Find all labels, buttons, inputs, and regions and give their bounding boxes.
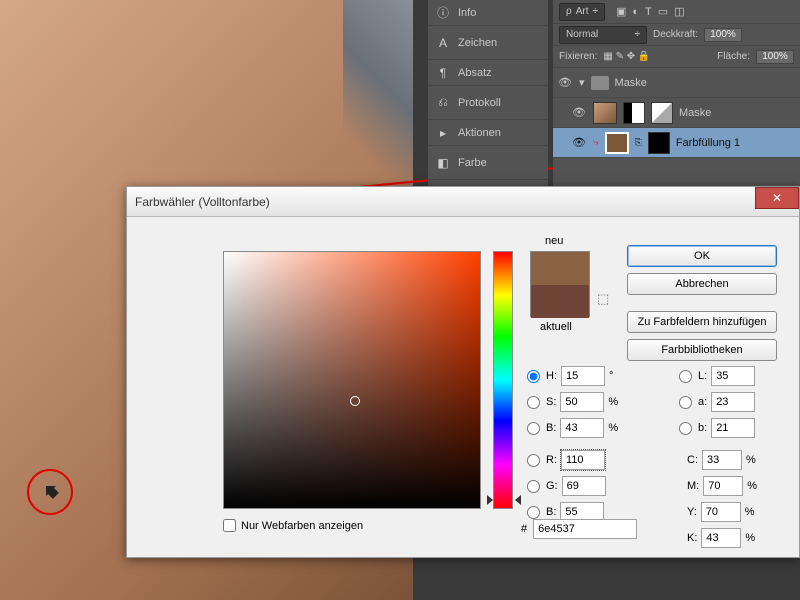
panel-info[interactable]: ⓘInfo [428,0,548,26]
info-icon: ⓘ [436,4,450,21]
fill-thumbnail[interactable] [605,132,629,154]
layer-name[interactable]: Maske [615,77,647,89]
hex-input[interactable] [533,519,637,539]
blend-mode-select[interactable]: Normal÷ [559,26,647,44]
h-input[interactable] [561,366,605,386]
color-field[interactable] [223,251,481,509]
y-input[interactable] [701,502,741,522]
opacity-label: Deckkraft: [653,29,698,40]
layer-list: 👁 ▾ Maske 👁 Maske 👁 ⤷ ⎘ Farbfüllung 1 [553,68,800,158]
a-input[interactable] [711,392,755,412]
l-input[interactable] [711,366,755,386]
chevron-down-icon[interactable]: ▾ [579,76,585,89]
dialog-titlebar[interactable]: Farbwähler (Volltonfarbe) ✕ [127,187,799,217]
panel-aktionen[interactable]: ▸Aktionen [428,120,548,146]
opacity-input[interactable]: 100% [704,28,742,42]
panel-absatz[interactable]: ¶Absatz [428,60,548,86]
lab-group: L: a: b: [679,363,755,441]
k-input[interactable] [701,528,741,548]
layer-group-row[interactable]: 👁 ▾ Maske [553,68,800,98]
b-input[interactable] [560,418,604,438]
a-radio[interactable] [679,396,692,409]
s-radio[interactable] [527,396,540,409]
r-radio[interactable] [527,454,540,467]
pixel-filter-icon: ▣ [613,6,629,18]
panel-farbe[interactable]: ◧Farbe [428,146,548,180]
hue-slider-indicator-icon [487,495,493,505]
fill-input[interactable]: 100% [756,50,794,64]
c-input[interactable] [702,450,742,470]
lock-icons[interactable]: ▦ ✎ ✥ 🔒 [603,51,650,62]
bch-radio[interactable] [527,506,540,519]
l-radio[interactable] [679,370,692,383]
mask-thumbnail-2[interactable] [651,102,673,124]
paragraph-icon: ¶ [436,66,450,80]
link-icon[interactable]: ⎘ [635,137,642,148]
visibility-icon[interactable]: 👁 [571,106,587,119]
new-color-swatch [531,252,589,285]
h-radio[interactable] [527,370,540,383]
m-input[interactable] [703,476,743,496]
lock-label: Fixieren: [559,51,597,62]
visibility-icon[interactable]: 👁 [557,76,573,89]
s-input[interactable] [560,392,604,412]
b-radio[interactable] [527,422,540,435]
color-swatch[interactable] [530,251,590,317]
color-libraries-button[interactable]: Farbbibliotheken [627,339,777,361]
new-color-label: neu [545,235,563,247]
layer-row-fill[interactable]: 👁 ⤷ ⎘ Farbfüllung 1 [553,128,800,158]
close-button[interactable]: ✕ [755,187,799,209]
hsb-group: H:° S:% B:% [527,363,623,441]
web-only-checkbox[interactable]: Nur Webfarben anzeigen [223,519,363,532]
hue-slider[interactable] [493,251,513,509]
blab-input[interactable] [711,418,755,438]
cube-icon[interactable]: ⬚ [597,291,609,307]
history-icon: ⎌ [436,95,450,110]
blab-radio[interactable] [679,422,692,435]
panel-protokoll[interactable]: ⎌Protokoll [428,86,548,120]
ok-button[interactable]: OK [627,245,777,267]
cancel-button[interactable]: Abbrechen [627,273,777,295]
close-icon: ✕ [772,191,782,205]
add-swatch-button[interactable]: Zu Farbfeldern hinzufügen [627,311,777,333]
shape-filter-icon: ▭ [655,6,671,18]
character-icon: A [436,36,450,50]
hex-prefix: # [521,523,527,535]
current-color-label: aktuell [540,321,572,333]
fill-label: Fläche: [717,51,750,62]
cmyk-group: C:% M:% Y:% K:% [687,447,761,551]
mask-thumbnail[interactable] [623,102,645,124]
folder-icon [591,76,609,90]
layer-row-maske[interactable]: 👁 Maske [553,98,800,128]
mask-thumbnail[interactable] [648,132,670,154]
g-input[interactable] [562,476,606,496]
smart-filter-icon: ◫ [671,6,687,18]
r-input[interactable] [561,450,605,470]
panel-zeichen[interactable]: AZeichen [428,26,548,60]
layer-filter-kind[interactable]: ρArt÷ [559,3,605,21]
dialog-title-text: Farbwähler (Volltonfarbe) [135,195,270,209]
color-field-marker [350,396,360,406]
clip-mask-indicator-icon: ⤷ [593,137,599,148]
hex-group: # [521,519,637,539]
web-only-input[interactable] [223,519,236,532]
current-color-swatch [531,285,589,318]
rgb-group: R: G: B: [527,447,624,525]
layer-thumbnail[interactable] [593,102,617,124]
visibility-icon[interactable]: 👁 [571,136,587,149]
layers-panel: ρArt÷ ▣◐T▭◫ Normal÷ Deckkraft: 100% Fixi… [553,0,800,186]
collapsed-panels: ⓘInfo AZeichen ¶Absatz ⎌Protokoll ▸Aktio… [428,0,548,186]
g-radio[interactable] [527,480,540,493]
layer-filter-icons[interactable]: ▣◐T▭◫ [613,5,688,18]
adjust-filter-icon: ◐ [629,6,642,18]
type-filter-icon: T [642,6,655,18]
layer-name[interactable]: Maske [679,107,711,119]
color-picker-dialog: Farbwähler (Volltonfarbe) ✕ neu aktuell … [126,186,800,558]
layer-name[interactable]: Farbfüllung 1 [676,137,740,149]
palette-icon: ◧ [436,156,450,170]
play-icon: ▸ [436,126,450,140]
hue-slider-indicator-icon [515,495,521,505]
